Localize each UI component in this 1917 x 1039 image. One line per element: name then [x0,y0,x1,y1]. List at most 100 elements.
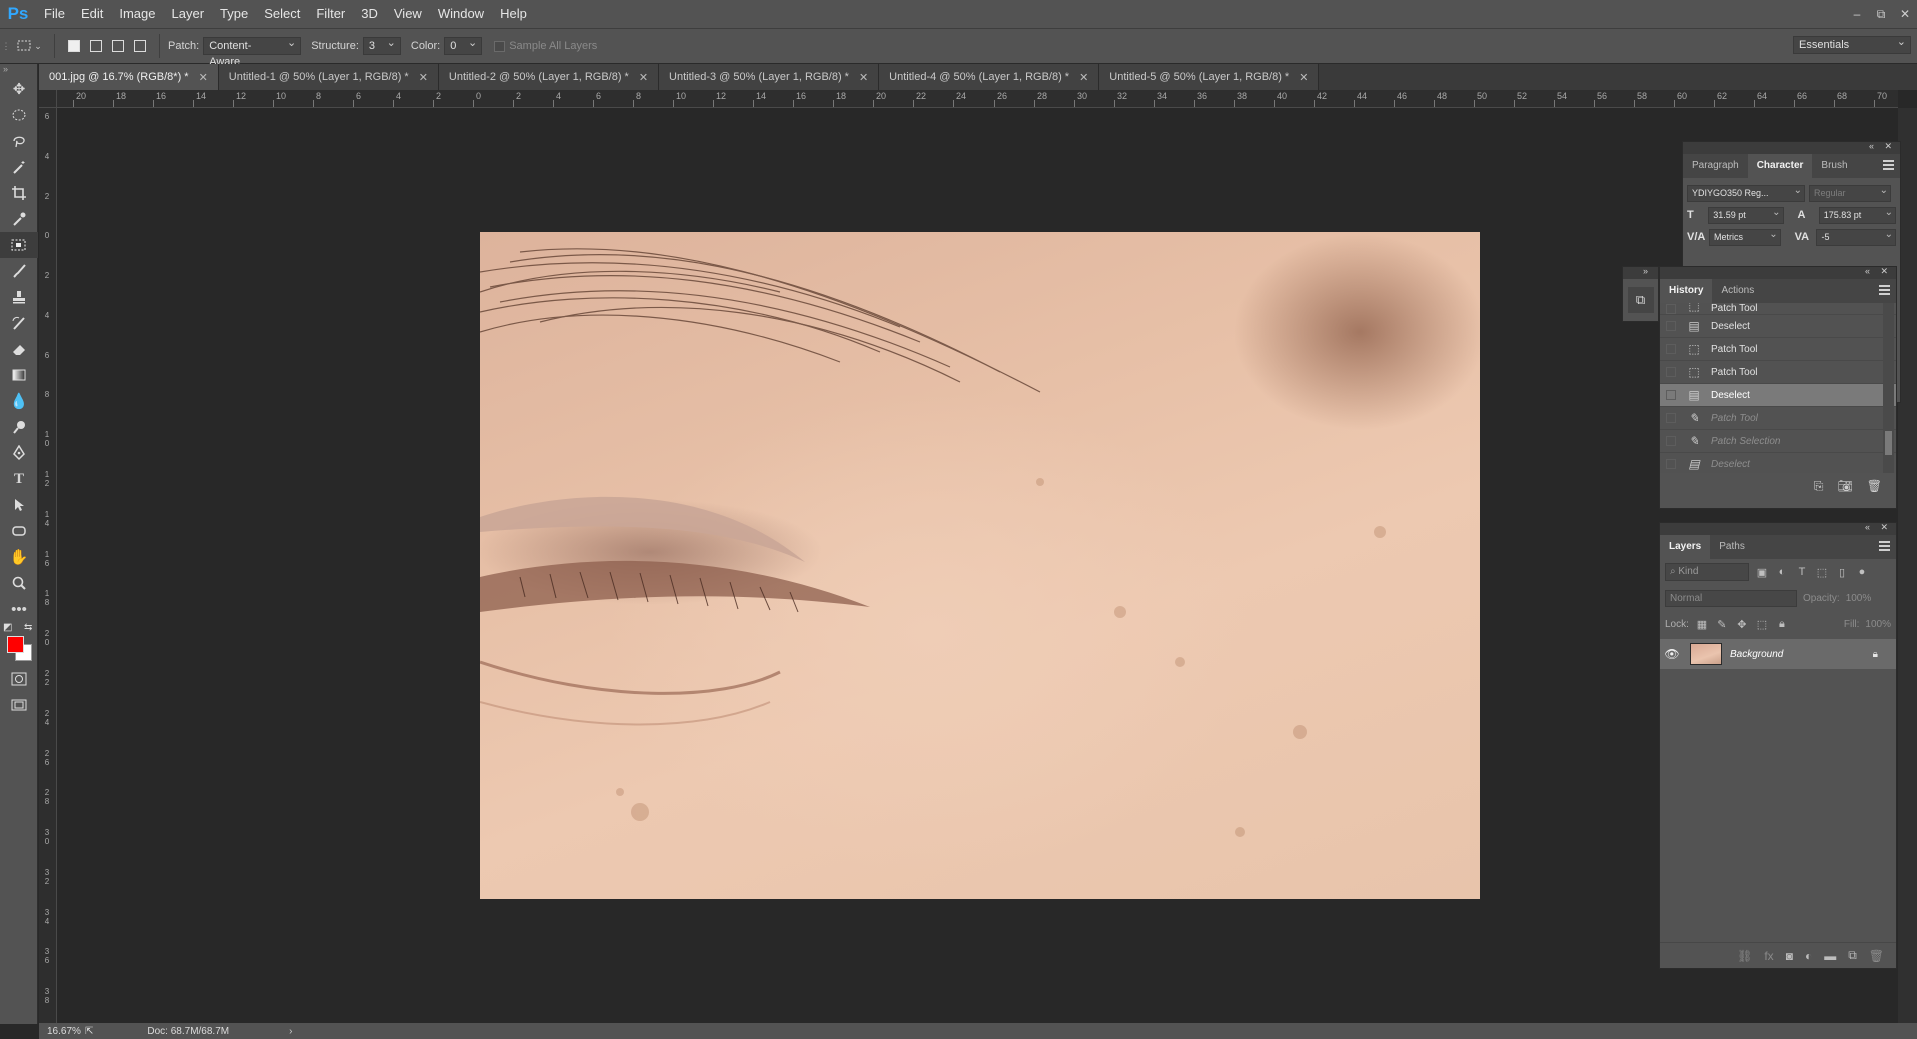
tracking-field[interactable]: -5 [1816,227,1896,246]
pixel-filter-icon[interactable]: ▣ [1755,566,1769,579]
status-menu-arrow[interactable]: › [289,1026,292,1037]
document-image[interactable] [480,232,1480,899]
patch-tool[interactable] [0,232,38,258]
blur-tool[interactable]: 💧 [0,388,38,414]
ruler-origin[interactable] [39,90,57,108]
link-layers-icon[interactable]: ⛓︎ [1737,949,1752,963]
intersect-selection-button[interactable] [129,35,151,57]
history-state[interactable]: ✎ Patch Selection [1660,430,1896,453]
pen-tool[interactable] [0,440,38,466]
crop-tool[interactable] [0,180,38,206]
menu-layer[interactable]: Layer [164,0,213,28]
swap-colors-icon[interactable]: ⇆ [24,622,32,633]
eye-icon[interactable]: 👁︎ [1660,647,1684,661]
panel-menu-icon[interactable] [1883,160,1894,170]
history-state[interactable]: ▤ Deselect [1660,453,1896,473]
history-source-checkbox[interactable] [1666,344,1676,354]
menu-help[interactable]: Help [492,0,535,28]
magic-wand-tool[interactable] [0,154,38,180]
kerning-field[interactable]: Metrics [1709,227,1781,246]
hand-tool[interactable]: ✋ [0,544,38,570]
history-source-checkbox[interactable] [1666,436,1676,446]
panel-menu-icon[interactable] [1879,285,1890,295]
expand-icon[interactable]: » [1643,266,1648,276]
history-state-current[interactable]: ▤ Deselect [1660,384,1896,407]
tab-character[interactable]: Character [1747,154,1813,178]
panel-menu-icon[interactable] [1879,541,1890,551]
scrollbar-thumb[interactable] [1885,431,1892,455]
tab-brush[interactable]: Brush [1812,154,1856,178]
menu-edit[interactable]: Edit [73,0,111,28]
menu-file[interactable]: File [36,0,73,28]
layer-row[interactable]: 👁︎ Background 🔒︎ [1660,639,1896,669]
close-icon[interactable]: ✕ [1299,71,1308,84]
document-tab[interactable]: Untitled-4 @ 50% (Layer 1, RGB/8) * ✕ [879,64,1100,90]
font-style-select[interactable]: Regular [1809,183,1891,202]
document-tab[interactable]: Untitled-1 @ 50% (Layer 1, RGB/8) * ✕ [218,64,439,90]
patch-mode-select[interactable]: Content-Aware [203,35,302,68]
close-icon[interactable]: ✕ [1079,71,1088,84]
font-size-field[interactable]: 31.59 pt [1708,205,1784,224]
history-state[interactable]: ⬚ Patch Tool [1660,303,1896,315]
layer-style-icon[interactable]: fx [1764,949,1773,963]
close-icon[interactable]: ✕ [199,71,208,84]
tab-layers[interactable]: Layers [1660,535,1711,559]
lock-position-icon[interactable]: ✥ [1735,618,1749,631]
lock-pixels-icon[interactable]: ✎ [1715,618,1729,631]
collapse-icon[interactable]: « [1865,522,1870,532]
document-tab[interactable]: Untitled-2 @ 50% (Layer 1, RGB/8) * ✕ [438,64,660,90]
menu-filter[interactable]: Filter [308,0,353,28]
type-filter-icon[interactable]: T [1795,566,1809,578]
menu-select[interactable]: Select [256,0,308,28]
shape-tool[interactable] [0,518,38,544]
document-tab[interactable]: Untitled-5 @ 50% (Layer 1, RGB/8) * ✕ [1099,64,1320,90]
screen-mode-button[interactable] [0,692,38,718]
lasso-tool[interactable] [0,128,38,154]
menu-image[interactable]: Image [111,0,163,28]
document-tab[interactable]: 001.jpg @ 16.7% (RGB/8*) * ✕ [39,64,219,90]
document-tab[interactable]: Untitled-3 @ 50% (Layer 1, RGB/8) * ✕ [659,64,880,90]
foreground-color-swatch[interactable] [7,636,24,653]
filter-toggle-icon[interactable]: ● [1855,566,1869,578]
kind-filter-select[interactable]: ⌕ Kind [1665,563,1749,581]
tab-history[interactable]: History [1660,279,1713,303]
subtract-selection-button[interactable] [107,35,129,57]
opacity-value[interactable]: 100% [1846,593,1872,604]
smart-object-filter-icon[interactable]: ▯ [1835,566,1849,579]
add-mask-icon[interactable]: ◙ [1786,949,1793,963]
menu-view[interactable]: View [386,0,430,28]
path-selection-tool[interactable] [0,492,38,518]
sample-all-layers-checkbox[interactable] [494,40,506,52]
history-scrollbar[interactable] [1883,303,1894,473]
eyedropper-tool[interactable] [0,206,38,232]
new-document-from-state-icon[interactable]: ⎘ [1814,479,1824,494]
clone-stamp-tool[interactable] [0,284,38,310]
history-state[interactable]: ✎ Patch Tool [1660,407,1896,430]
snapshot-camera-icon[interactable]: 📷︎ [1838,479,1853,493]
color-select[interactable]: 0 [444,35,483,55]
layer-name[interactable]: Background [1730,649,1783,660]
adjustment-layer-icon[interactable]: ◐ [1805,949,1812,963]
close-icon[interactable]: ✕ [419,71,428,84]
history-brush-tool[interactable] [0,310,38,336]
move-tool[interactable]: ✥ [0,76,38,102]
shape-filter-icon[interactable]: ⬚ [1815,566,1829,579]
history-state[interactable]: ⬚ Patch Tool [1660,361,1896,384]
type-tool[interactable]: T [0,466,38,492]
lock-transparent-icon[interactable]: ▦ [1695,618,1709,631]
tab-paragraph[interactable]: Paragraph [1683,154,1748,178]
zoom-level-field[interactable]: 16.67% [39,1026,81,1037]
add-selection-button[interactable] [85,35,107,57]
history-panel-icon[interactable]: ⧉ [1627,287,1654,313]
new-group-icon[interactable]: ▬ [1824,949,1836,963]
structure-select[interactable]: 3 [362,35,401,55]
tool-preset-picker[interactable]: ⌄ [12,35,46,57]
minimize-button[interactable]: – [1851,7,1863,21]
eraser-tool[interactable] [0,336,38,362]
history-source-checkbox[interactable] [1666,459,1676,469]
tab-paths[interactable]: Paths [1710,535,1754,559]
close-icon[interactable]: ✕ [1880,266,1888,277]
history-source-checkbox[interactable] [1666,390,1676,400]
history-state[interactable]: ⬚ Patch Tool [1660,338,1896,361]
history-source-checkbox[interactable] [1666,321,1676,331]
